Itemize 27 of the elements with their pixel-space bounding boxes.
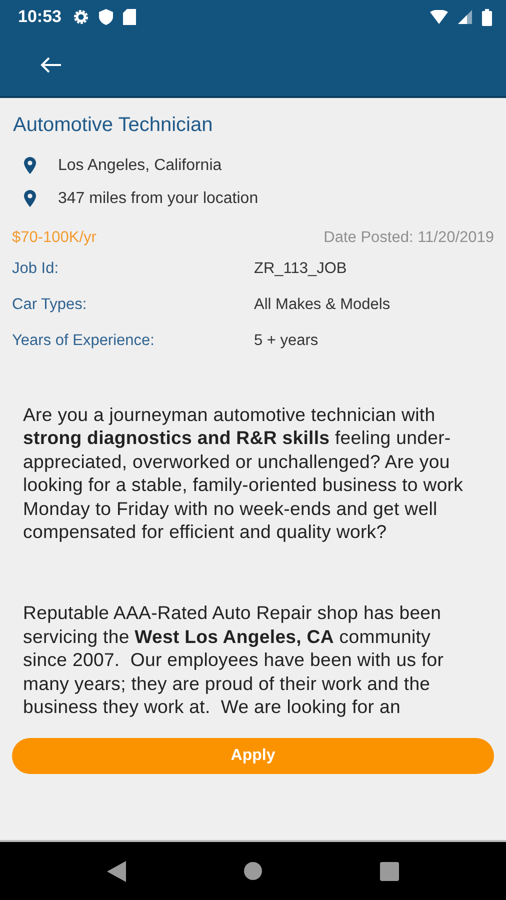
sd-card-icon — [123, 9, 136, 25]
description-paragraph: Are you a journeyman automotive technician with strong diagnostics and R&R skills feeling under-appreciated, overworked or unchallenged? Are you looking for a stable, family-oriented business to work Monday to Friday with no week-ends and get well compensated for efficient and quality work? — [23, 403, 464, 544]
back-arrow-icon — [40, 57, 62, 73]
detail-label: Car Types: — [12, 295, 88, 315]
location-text: Los Angeles, California — [58, 156, 222, 174]
date-posted: Date Posted: 11/20/2019 — [324, 229, 494, 247]
shield-icon — [99, 9, 114, 25]
location-pin-icon — [24, 157, 36, 174]
recents-icon[interactable] — [380, 862, 399, 880]
clock-time: 10:53 — [18, 7, 62, 27]
location-pin-icon — [24, 190, 36, 207]
detail-value: ZR_113_JOB — [254, 259, 348, 279]
location-text: 347 miles from your location — [58, 190, 258, 208]
salary: $70-100K/yr — [12, 229, 96, 247]
detail-label: Years of Experience: — [12, 331, 156, 351]
signal-icon — [458, 10, 472, 24]
battery-icon — [482, 8, 492, 26]
home-icon[interactable] — [244, 862, 262, 880]
gear-icon — [73, 9, 90, 25]
detail-label: Job Id: — [12, 259, 60, 279]
detail-value: All Makes & Models — [254, 295, 392, 315]
apply-button[interactable]: Apply — [12, 738, 494, 774]
description-paragraph: Reputable AAA-Rated Auto Repair shop has been servicing the West Los Angeles, CA community since 2007. Our employees have been with us for many years; they are proud of their work and the business they work at. We are looking for an — [23, 601, 445, 718]
back-icon[interactable] — [107, 860, 126, 882]
job-title: Automotive Technician — [13, 114, 214, 137]
detail-value: 5 + years — [254, 331, 320, 351]
wifi-icon — [430, 10, 448, 24]
